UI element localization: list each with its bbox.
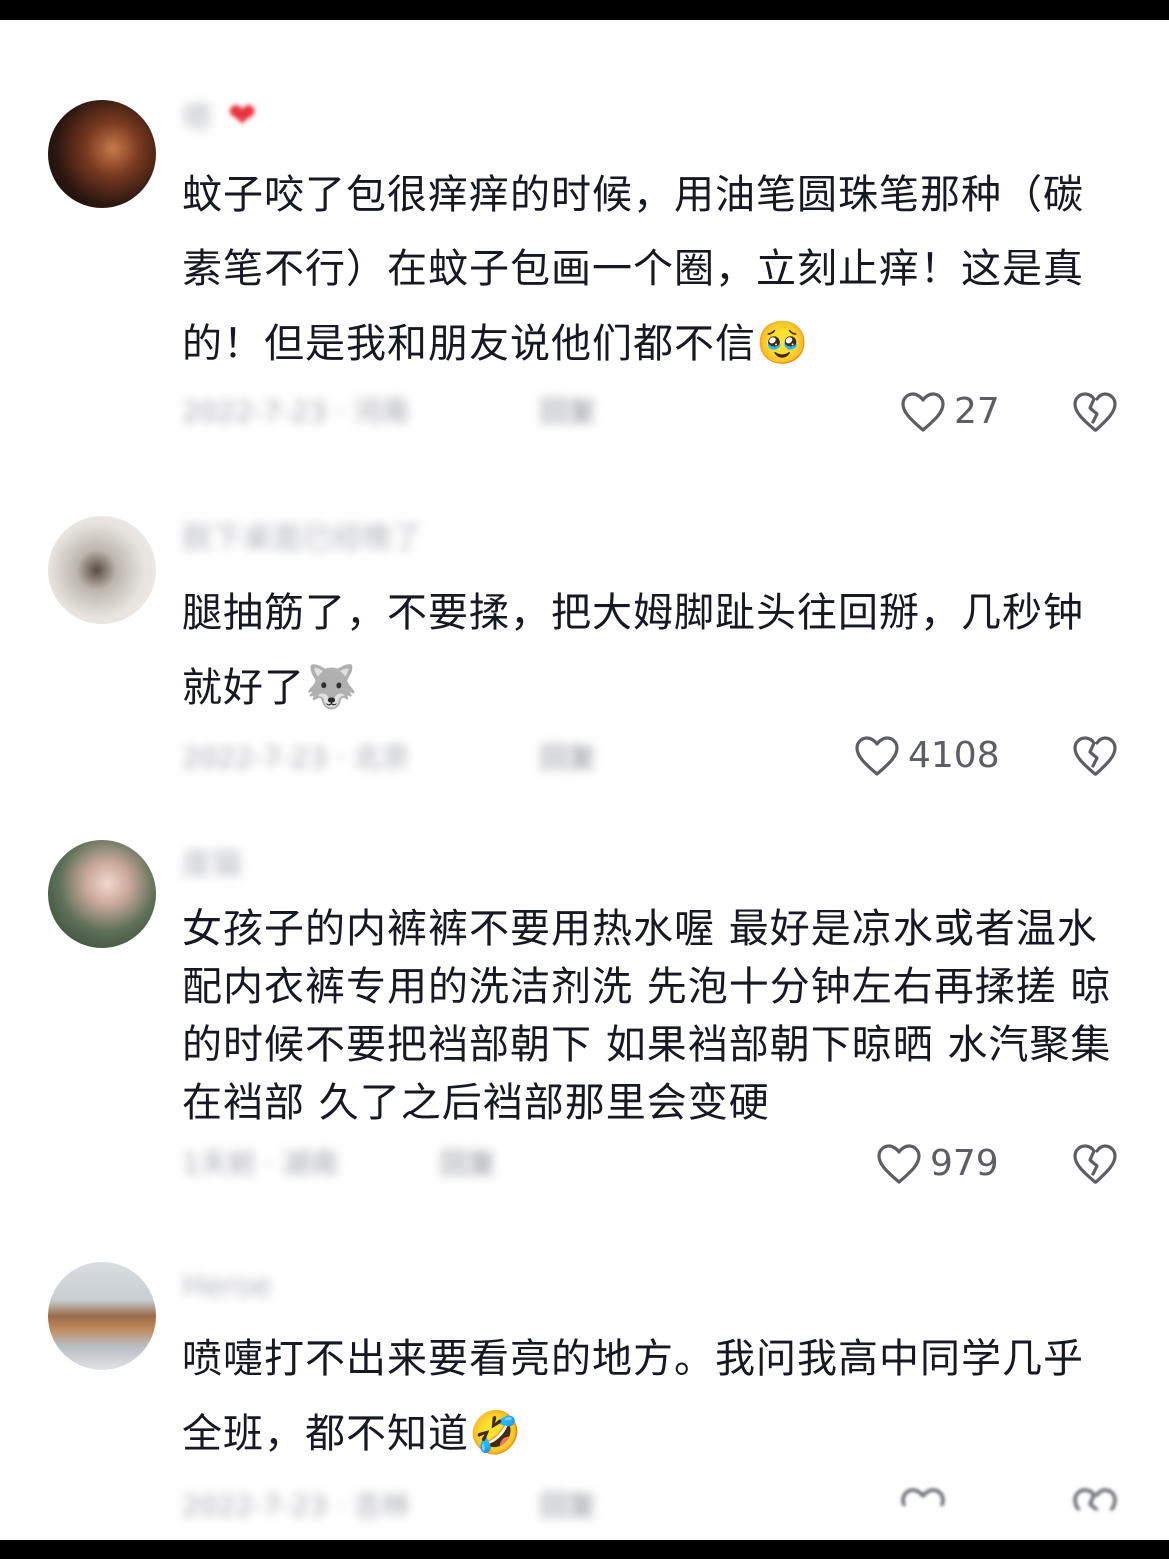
dislike-button[interactable] <box>1072 1142 1118 1188</box>
broken-heart-icon <box>1073 392 1117 432</box>
reply-button[interactable]: 回复 <box>540 738 596 778</box>
broken-heart-icon <box>1072 1486 1118 1530</box>
comment-text-body: 喷嚏打不出来要看亮的地方。我问我高中同学几乎全班，都不知道 <box>182 1336 1084 1457</box>
comment-text: 腿抽筋了，不要揉，把大姆脚趾头往回掰，几秒钟就好了🐺 <box>182 576 1122 725</box>
rofl-emoji: 🤣 <box>469 1408 523 1457</box>
comment-text-body: 女孩子的内裤裤不要用热水喔 最好是凉水或者温水配内衣裤专用的洗洁剂洗 先泡十分钟… <box>182 906 1112 1126</box>
avatar[interactable] <box>48 840 156 948</box>
like-button[interactable]: 27 <box>900 388 1000 436</box>
heart-outline-icon <box>900 1487 946 1529</box>
like-button[interactable]: 4108 <box>854 732 1000 780</box>
avatar[interactable] <box>48 1262 156 1370</box>
dislike-button[interactable] <box>1072 1486 1118 1532</box>
dislike-button[interactable] <box>1072 390 1118 436</box>
top-status-bar <box>0 0 1169 20</box>
reply-button[interactable]: 回复 <box>540 1486 596 1526</box>
pleading-face-emoji: 🥹 <box>756 318 810 367</box>
like-button[interactable] <box>900 1484 954 1532</box>
comment-username[interactable]: Heroe <box>182 1270 272 1304</box>
heart-badge-icon: ❤ <box>228 96 257 136</box>
heart-outline-icon <box>855 736 899 776</box>
like-count: 27 <box>954 391 1000 432</box>
comment-meta: 2022-7-23 · 吉林 <box>182 1489 410 1522</box>
comment-username[interactable]: 废猫 <box>182 848 242 882</box>
comment-meta: 2022-7-23 · 河南 <box>182 395 410 428</box>
comment-text: 蚊子咬了包很痒痒的时候，用油笔圆珠笔那种（碳素笔不行）在蚊子包画一个圈，立刻止痒… <box>182 158 1122 381</box>
reply-button[interactable]: 回复 <box>440 1144 496 1184</box>
like-count: 4108 <box>908 735 1000 776</box>
comment-meta: 1天前 · 湖南 <box>182 1147 339 1180</box>
avatar[interactable] <box>48 516 156 624</box>
heart-outline-icon <box>877 1144 921 1184</box>
comment-text: 女孩子的内裤裤不要用热水喔 最好是凉水或者温水配内衣裤专用的洗洁剂洗 先泡十分钟… <box>182 900 1122 1132</box>
avatar[interactable] <box>48 100 156 208</box>
comment-text: 喷嚏打不出来要看亮的地方。我问我高中同学几乎全班，都不知道🤣 <box>182 1322 1122 1471</box>
bottom-bar <box>0 1540 1169 1559</box>
broken-heart-icon <box>1073 736 1117 776</box>
comment-username[interactable]: 脱下桌面已经晚了 <box>182 522 422 556</box>
like-count: 979 <box>930 1143 999 1184</box>
comment-text-body: 蚊子咬了包很痒痒的时候，用油笔圆珠笔那种（碳素笔不行）在蚊子包画一个圈，立刻止痒… <box>182 172 1084 367</box>
heart-outline-icon <box>901 392 945 432</box>
wolf-emoji: 🐺 <box>305 662 359 711</box>
comment-username[interactable]: 嗯 <box>182 102 212 136</box>
broken-heart-icon <box>1073 1144 1117 1184</box>
reply-button[interactable]: 回复 <box>540 392 596 432</box>
like-button[interactable]: 979 <box>876 1140 999 1188</box>
comment-meta: 2022-7-23 · 北京 <box>182 741 410 774</box>
dislike-button[interactable] <box>1072 734 1118 780</box>
